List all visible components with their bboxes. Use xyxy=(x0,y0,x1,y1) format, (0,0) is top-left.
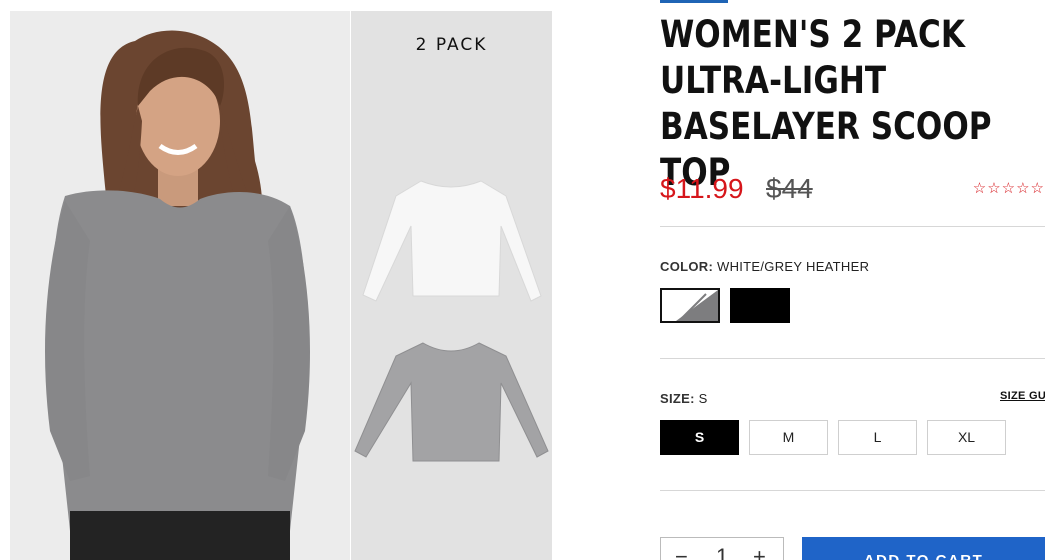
accent-bar xyxy=(660,0,728,3)
divider xyxy=(660,358,1045,359)
size-option-xl[interactable]: XL xyxy=(927,420,1006,455)
size-guide-link[interactable]: SIZE GU xyxy=(1000,390,1045,402)
increase-button[interactable]: + xyxy=(753,544,766,560)
swatch-white-grey-heather[interactable] xyxy=(660,288,720,323)
quantity-value[interactable]: 1 xyxy=(716,544,728,560)
add-to-cart-button[interactable]: ADD TO CART xyxy=(802,537,1045,560)
size-label-row: SIZE: S xyxy=(660,391,708,406)
product-gallery: 2 PACK xyxy=(10,11,552,560)
model-photo-illustration xyxy=(10,11,350,560)
size-label: SIZE: xyxy=(660,391,695,406)
size-option-l[interactable]: L xyxy=(838,420,917,455)
shirts-illustration xyxy=(354,180,549,462)
color-label-row: COLOR: WHITE/GREY HEATHER xyxy=(660,259,869,274)
size-option-m[interactable]: M xyxy=(749,420,828,455)
size-option-s[interactable]: S xyxy=(660,420,739,455)
divider xyxy=(660,490,1045,491)
two-pack-image[interactable]: 2 PACK xyxy=(351,11,552,560)
model-image[interactable] xyxy=(10,11,350,560)
rating-stars[interactable]: ☆☆☆☆☆ xyxy=(973,179,1045,197)
divider xyxy=(660,226,1045,227)
swatch-black[interactable] xyxy=(730,288,790,323)
product-title: WOMEN'S 2 PACK ULTRA-LIGHT BASELAYER SCO… xyxy=(660,13,992,194)
price-row: $11.99 $44 ☆☆☆☆☆ xyxy=(660,170,1045,210)
color-label: COLOR: xyxy=(660,259,714,274)
decrease-button[interactable]: − xyxy=(675,544,688,560)
original-price: $44 xyxy=(766,173,813,204)
size-value: S xyxy=(698,391,708,406)
quantity-stepper: − 1 + xyxy=(660,537,784,560)
pack-label: 2 PACK xyxy=(415,35,488,55)
color-value: WHITE/GREY HEATHER xyxy=(717,259,870,274)
product-info: WOMEN'S 2 PACK ULTRA-LIGHT BASELAYER SCO… xyxy=(660,0,1045,560)
white-grey-swatch-graphic xyxy=(662,290,718,321)
sale-price: $11.99 xyxy=(660,173,744,204)
